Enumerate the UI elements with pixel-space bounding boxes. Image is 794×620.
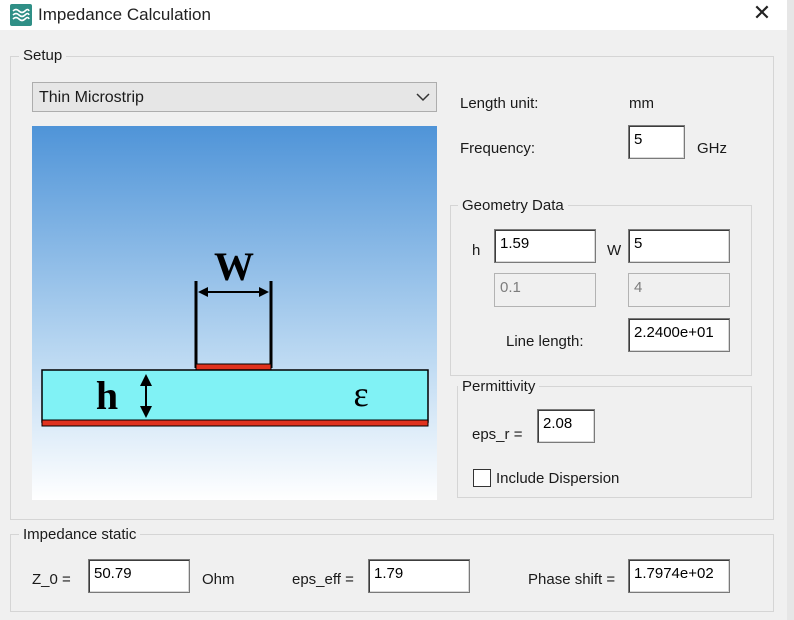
scrollbar[interactable] xyxy=(787,0,794,620)
w-label: W xyxy=(214,244,254,289)
ground-plane xyxy=(41,419,429,427)
line-type-dropdown[interactable]: Thin Microstrip xyxy=(32,82,437,112)
eps-eff-output[interactable]: 1.79 xyxy=(368,559,470,593)
geometry-legend: Geometry Data xyxy=(458,197,568,215)
width-input[interactable]: 5 xyxy=(628,229,730,263)
height-input[interactable]: 1.59 xyxy=(494,229,596,263)
length-unit-value: mm xyxy=(629,95,654,112)
eps-r-label: eps_r = xyxy=(472,426,523,443)
line-length-label: Line length: xyxy=(506,333,584,350)
impedance-app-icon xyxy=(10,4,32,26)
frequency-label: Frequency: xyxy=(460,140,536,157)
height-tolerance-input: 0.1 xyxy=(494,273,596,307)
microstrip-diagram: W h ε xyxy=(32,126,437,500)
close-button[interactable]: ✕ xyxy=(742,0,782,28)
impedance-static-legend: Impedance static xyxy=(19,526,141,544)
close-icon: ✕ xyxy=(752,0,772,25)
geometry-w-label: W xyxy=(607,242,622,259)
line-type-value: Thin Microstrip xyxy=(39,89,144,106)
include-dispersion-checkbox[interactable] xyxy=(473,469,491,487)
width-tolerance-input: 4 xyxy=(628,273,730,307)
title-bar: Impedance Calculation ✕ xyxy=(0,0,794,30)
h-label: h xyxy=(96,373,118,418)
phase-shift-output[interactable]: 1.7974e+02 xyxy=(628,559,730,593)
eps-r-input[interactable]: 2.08 xyxy=(537,409,595,443)
z0-unit: Ohm xyxy=(202,571,235,588)
phase-shift-label: Phase shift = xyxy=(528,571,616,588)
setup-legend: Setup xyxy=(19,47,67,65)
chevron-down-icon xyxy=(416,93,430,102)
frequency-input[interactable]: 5 xyxy=(628,125,685,159)
diagram-background xyxy=(32,126,437,500)
z0-output[interactable]: 50.79 xyxy=(88,559,190,593)
eps-eff-label: eps_eff = xyxy=(292,571,354,588)
z0-label: Z_0 = xyxy=(32,571,71,588)
permittivity-legend: Permittivity xyxy=(458,378,540,396)
frequency-unit: GHz xyxy=(697,140,727,157)
conductor-strip xyxy=(195,363,272,371)
epsilon-label: ε xyxy=(353,374,368,414)
length-unit-label: Length unit: xyxy=(460,95,539,112)
include-dispersion-label: Include Dispersion xyxy=(496,470,620,487)
window-title: Impedance Calculation xyxy=(38,5,211,24)
line-length-input[interactable]: 2.2400e+01 xyxy=(628,318,730,352)
geometry-h-label: h xyxy=(472,242,481,259)
